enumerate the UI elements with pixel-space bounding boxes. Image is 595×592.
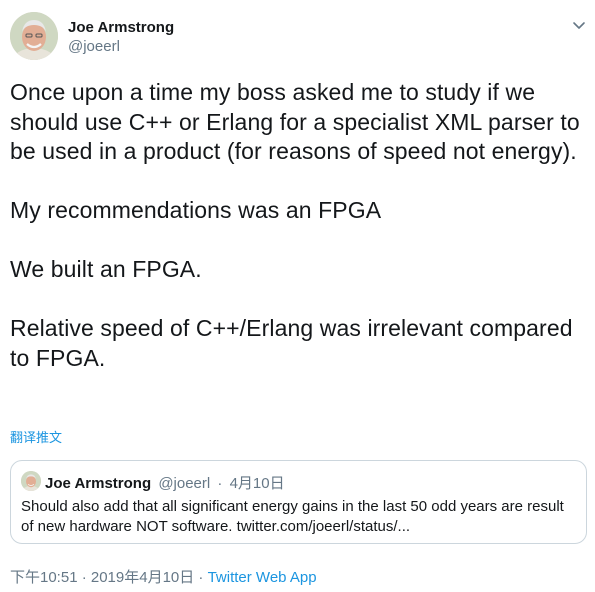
- author-avatar[interactable]: [10, 12, 58, 60]
- tweet-paragraph: My recommendations was an FPGA: [10, 197, 382, 223]
- quoted-separator: ·: [217, 475, 223, 492]
- quoted-tweet-text: Should also add that all significant ene…: [21, 498, 564, 535]
- tweet-paragraph: Relative speed of C++/Erlang was irrelev…: [10, 315, 573, 371]
- tweet-timestamp[interactable]: 下午10:51 · 2019年4月10日 ·: [10, 569, 208, 586]
- tweet-paragraph: Once upon a time my boss asked me to stu…: [10, 79, 580, 164]
- quoted-tweet-date: 4月10日: [229, 475, 285, 492]
- quoted-author-name: Joe Armstrong: [45, 475, 152, 492]
- tweet-metadata: 下午10:51 · 2019年4月10日 · Twitter Web App: [10, 566, 317, 587]
- tweet: Joe Armstrong @joeerl Once upon a time m…: [0, 0, 595, 592]
- quoted-tweet-card[interactable]: Joe Armstrong @joeerl · 4月10日 Should als…: [10, 460, 587, 544]
- author-name[interactable]: Joe Armstrong: [68, 19, 174, 36]
- chevron-down-icon[interactable]: [572, 18, 586, 29]
- quoted-author-handle: @joeerl: [158, 475, 211, 492]
- author-handle[interactable]: @joeerl: [68, 38, 120, 55]
- quoted-author-avatar: [21, 471, 41, 491]
- translate-tweet-link[interactable]: 翻译推文: [10, 427, 62, 446]
- tweet-paragraph: We built an FPGA.: [10, 256, 202, 282]
- source-app-link[interactable]: Twitter Web App: [208, 569, 317, 586]
- quoted-tweet-header: Joe Armstrong @joeerl · 4月10日: [45, 472, 285, 493]
- tweet-text: Once upon a time my boss asked me to stu…: [10, 78, 585, 373]
